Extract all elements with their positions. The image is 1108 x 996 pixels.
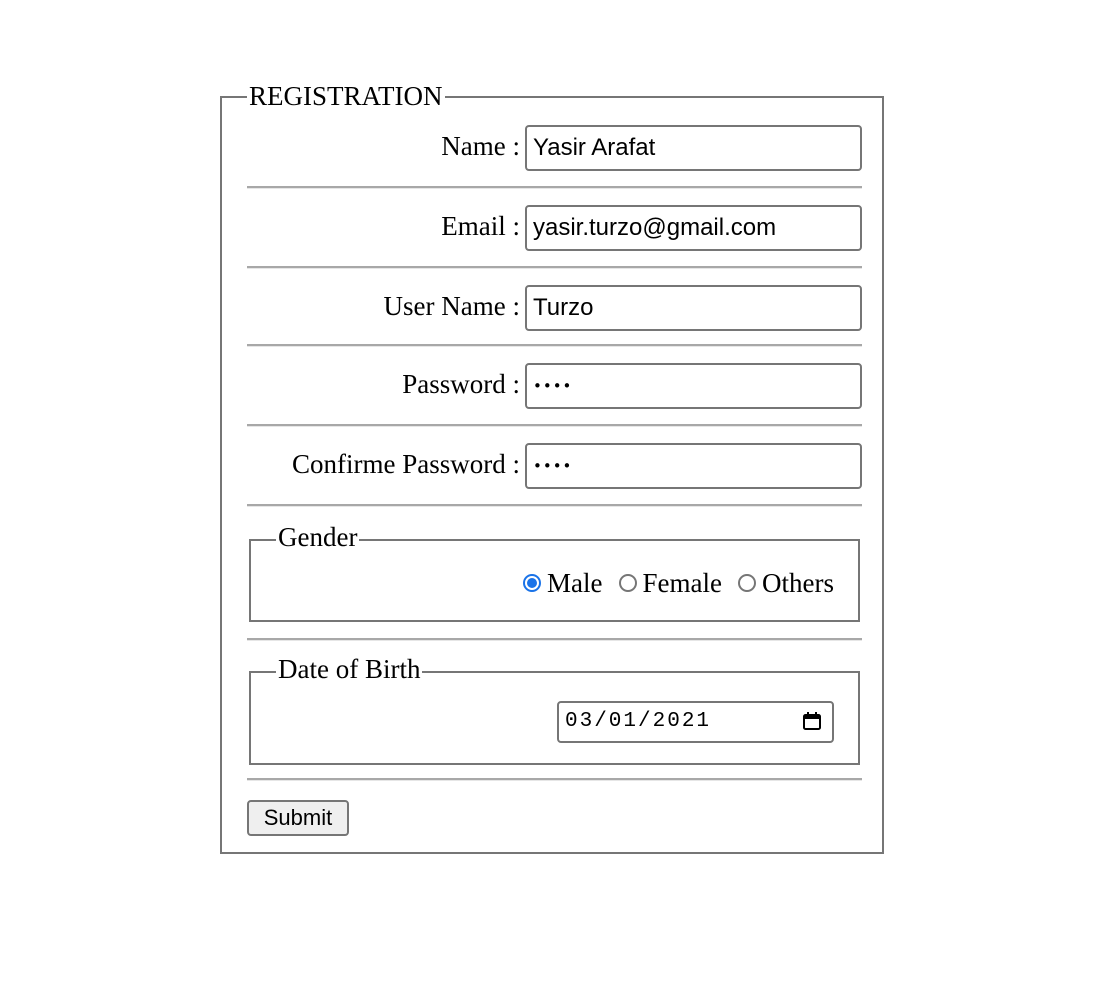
gender-option-female[interactable]: Female [618, 567, 723, 599]
name-label: Name : [441, 131, 520, 161]
username-label: User Name : [383, 291, 520, 321]
radio-button-female[interactable] [618, 574, 637, 592]
dob-legend: Date of Birth [276, 654, 423, 684]
password-input[interactable] [525, 363, 862, 409]
email-input[interactable] [525, 205, 862, 251]
gender-radio-group: Male Female Others [523, 567, 834, 599]
password-row: Password : [222, 363, 882, 409]
gender-option-others[interactable]: Others [738, 567, 834, 599]
divider [247, 186, 862, 189]
divider [247, 504, 862, 507]
submit-button[interactable]: Submit [247, 800, 349, 836]
dob-date-input[interactable]: 03/01/2021 [557, 701, 834, 743]
calendar-icon[interactable] [802, 711, 822, 731]
username-input[interactable] [525, 285, 862, 331]
divider [247, 638, 862, 641]
username-row: User Name : [222, 285, 882, 331]
gender-option-label: Female [642, 568, 723, 598]
radio-button-male[interactable] [523, 574, 542, 592]
gender-option-label: Others [762, 568, 834, 598]
confirm-password-row: Confirme Password : [222, 443, 882, 489]
divider [247, 424, 862, 427]
registration-fieldset: REGISTRATION Name : Email : User Name : … [220, 82, 884, 854]
password-label: Password : [402, 369, 520, 399]
gender-option-label: Male [547, 568, 603, 598]
dob-value: 03/01/2021 [565, 710, 712, 733]
email-label: Email : [441, 211, 520, 241]
gender-fieldset: Gender Male Female Others [249, 523, 860, 622]
radio-button-others[interactable] [738, 574, 757, 592]
name-input[interactable] [525, 125, 862, 171]
dob-fieldset: Date of Birth 03/01/2021 [249, 655, 860, 765]
gender-legend: Gender [276, 522, 360, 552]
registration-legend: REGISTRATION [247, 81, 445, 111]
divider [247, 266, 862, 269]
divider [247, 778, 862, 781]
gender-option-male[interactable]: Male [523, 567, 603, 599]
confirm-password-label: Confirme Password : [292, 449, 520, 479]
email-row: Email : [222, 205, 882, 251]
divider [247, 344, 862, 347]
confirm-password-input[interactable] [525, 443, 862, 489]
name-row: Name : [222, 125, 882, 171]
